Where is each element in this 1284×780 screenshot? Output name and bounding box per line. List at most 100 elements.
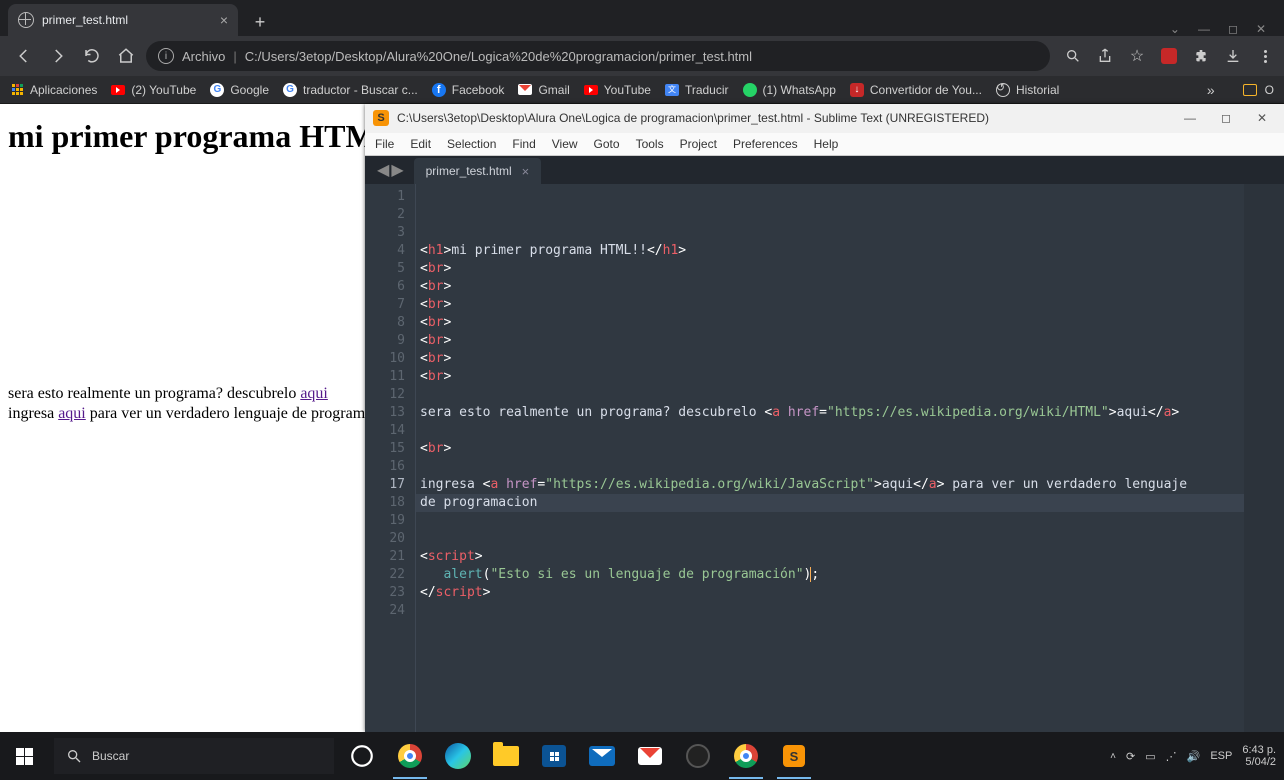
sublime-tabstrip: ◀▶ primer_test.html × xyxy=(365,156,1284,184)
menu-help[interactable]: Help xyxy=(814,137,839,151)
addr-prefix: Archivo xyxy=(182,49,225,64)
browser-tab[interactable]: primer_test.html × xyxy=(8,4,238,36)
folder-icon xyxy=(1243,84,1257,96)
menu-goto[interactable]: Goto xyxy=(594,137,620,151)
bm-youtube2[interactable]: YouTube xyxy=(584,83,651,97)
tb-app1[interactable] xyxy=(676,732,720,780)
close-icon[interactable]: ✕ xyxy=(1256,22,1266,36)
bm-whatsapp[interactable]: (1) WhatsApp xyxy=(743,83,836,97)
minimize-icon[interactable]: — xyxy=(1198,22,1210,36)
tb-gmail[interactable] xyxy=(628,732,672,780)
bm-apps[interactable]: Aplicaciones xyxy=(10,83,97,97)
tab-strip: primer_test.html × + ⌄ — ◻ ✕ xyxy=(0,0,1284,36)
tray-wifi-icon[interactable]: ⋰ xyxy=(1166,750,1177,763)
search-icon xyxy=(66,748,82,764)
tab-label: primer_test.html xyxy=(426,164,512,178)
close-icon[interactable]: ✕ xyxy=(1248,111,1276,125)
toolbar: i Archivo | C:/Users/3etop/Desktop/Alura… xyxy=(0,36,1284,76)
download-icon[interactable] xyxy=(1224,47,1242,65)
tb-store[interactable] xyxy=(532,732,576,780)
maximize-icon[interactable]: ◻ xyxy=(1212,111,1240,125)
tb-edge[interactable] xyxy=(436,732,480,780)
page-body: sera esto realmente un programa? descubr… xyxy=(0,384,408,424)
editor-tab[interactable]: primer_test.html × xyxy=(414,158,542,184)
line-gutter: 123456789101112131415161718192021222324 xyxy=(365,184,415,732)
menu-icon[interactable] xyxy=(1256,47,1274,65)
maximize-icon[interactable]: ◻ xyxy=(1228,22,1238,36)
minimap[interactable] xyxy=(1244,184,1284,732)
home-button[interactable] xyxy=(112,42,140,70)
minimize-icon[interactable]: — xyxy=(1176,111,1204,125)
menu-tools[interactable]: Tools xyxy=(636,137,664,151)
ingresa-link[interactable]: aqui xyxy=(58,405,86,422)
tb-chrome2[interactable] xyxy=(724,732,768,780)
bm-facebook[interactable]: fFacebook xyxy=(432,83,505,97)
menu-find[interactable]: Find xyxy=(512,137,535,151)
bm-historial[interactable]: Historial xyxy=(996,83,1059,97)
menu-edit[interactable]: Edit xyxy=(410,137,431,151)
close-icon[interactable]: × xyxy=(220,12,228,28)
tray-volume-icon[interactable]: 🔊 xyxy=(1187,750,1201,763)
search-placeholder: Buscar xyxy=(92,749,129,763)
tray-sync-icon[interactable]: ⟳ xyxy=(1126,750,1135,763)
bm-youtube[interactable]: (2) YouTube xyxy=(111,83,196,97)
bm-other[interactable]: O xyxy=(1243,83,1274,97)
tray-overflow[interactable]: ˄ xyxy=(1110,751,1116,762)
menu-project[interactable]: Project xyxy=(680,137,717,151)
zoom-icon[interactable] xyxy=(1064,47,1082,65)
window-title: C:\Users\3etop\Desktop\Alura One\Logica … xyxy=(397,111,1168,125)
text: ingresa xyxy=(8,405,58,422)
code-area[interactable]: <h1>mi primer programa HTML!!</h1><br><b… xyxy=(415,184,1244,732)
tb-explorer[interactable] xyxy=(484,732,528,780)
tray-time: 6:43 p. xyxy=(1242,744,1276,756)
bm-convertidor[interactable]: ↓Convertidor de You... xyxy=(850,83,982,97)
tray-battery-icon[interactable]: ▭ xyxy=(1145,750,1155,763)
tab-title: primer_test.html xyxy=(42,13,212,27)
taskbar-apps: S xyxy=(384,732,816,780)
bm-gmail[interactable]: Gmail xyxy=(518,83,569,97)
bookmark-overflow[interactable]: » xyxy=(1207,82,1215,98)
address-bar[interactable]: i Archivo | C:/Users/3etop/Desktop/Alura… xyxy=(146,41,1050,71)
sublime-menubar: File Edit Selection Find View Goto Tools… xyxy=(365,133,1284,156)
new-tab-button[interactable]: + xyxy=(246,8,274,36)
close-icon[interactable]: × xyxy=(522,164,530,179)
editor-body: 123456789101112131415161718192021222324 … xyxy=(365,184,1284,732)
bookmarks-bar: Aplicaciones (2) YouTube GGoogle Gtraduc… xyxy=(0,76,1284,104)
forward-button[interactable] xyxy=(44,42,72,70)
ublock-icon[interactable] xyxy=(1160,47,1178,65)
tb-chrome[interactable] xyxy=(388,732,432,780)
sublime-titlebar[interactable]: S C:\Users\3etop\Desktop\Alura One\Logic… xyxy=(365,104,1284,133)
descubrelo-link[interactable]: aqui xyxy=(300,385,328,402)
menu-preferences[interactable]: Preferences xyxy=(733,137,798,151)
menu-file[interactable]: File xyxy=(375,137,394,151)
tray-lang[interactable]: ESP xyxy=(1210,750,1232,762)
extensions-icon[interactable] xyxy=(1192,47,1210,65)
sublime-icon: S xyxy=(373,110,389,126)
bm-traductor[interactable]: Gtraductor - Buscar c... xyxy=(283,83,418,97)
cortana-icon[interactable] xyxy=(340,732,384,780)
back-button[interactable] xyxy=(10,42,38,70)
bm-traducir[interactable]: 文Traducir xyxy=(665,83,729,97)
tray-clock[interactable]: 6:43 p. 5/04/2 xyxy=(1242,744,1276,768)
toolbar-right: ☆ xyxy=(1056,47,1274,65)
tb-sublime[interactable]: S xyxy=(772,732,816,780)
menu-selection[interactable]: Selection xyxy=(447,137,496,151)
url-text: C:/Users/3etop/Desktop/Alura%20One/Logic… xyxy=(245,49,752,64)
taskbar-search[interactable]: Buscar xyxy=(54,738,334,774)
window-controls: ⌄ — ◻ ✕ xyxy=(1170,18,1284,36)
tray-date: 5/04/2 xyxy=(1242,756,1276,768)
reload-button[interactable] xyxy=(78,42,106,70)
chevron-down-icon[interactable]: ⌄ xyxy=(1170,22,1180,36)
menu-view[interactable]: View xyxy=(552,137,578,151)
taskbar: Buscar S ˄ ⟳ ▭ ⋰ 🔊 ESP 6:43 p. 5/04/2 xyxy=(0,732,1284,780)
star-icon[interactable]: ☆ xyxy=(1128,47,1146,65)
text: para ver un verdadero lenguaje de progra… xyxy=(86,405,400,422)
tb-mail[interactable] xyxy=(580,732,624,780)
sublime-window: S C:\Users\3etop\Desktop\Alura One\Logic… xyxy=(365,104,1284,732)
text: sera esto realmente un programa? descubr… xyxy=(8,385,300,402)
tab-nav-arrows[interactable]: ◀▶ xyxy=(371,156,410,184)
start-button[interactable] xyxy=(0,732,48,780)
bm-google[interactable]: GGoogle xyxy=(210,83,269,97)
share-icon[interactable] xyxy=(1096,47,1114,65)
info-icon[interactable]: i xyxy=(158,48,174,64)
